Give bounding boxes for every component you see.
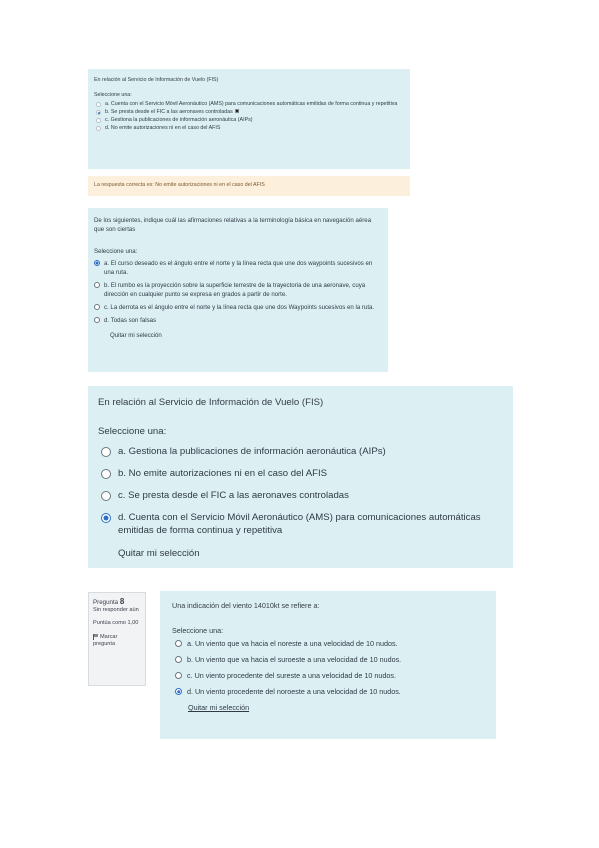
- radio-button[interactable]: [101, 447, 111, 457]
- radio-button-selected[interactable]: [175, 688, 182, 695]
- question-label: Pregunta: [93, 599, 119, 606]
- question-2-prompt: De los siguientes, indique cuál las afir…: [94, 217, 372, 233]
- radio-button[interactable]: [94, 282, 100, 288]
- question-3-option-b[interactable]: b. No emite autorizaciones ni en el caso…: [98, 467, 503, 480]
- question-1-card: En relación al Servicio de Información d…: [88, 69, 410, 169]
- option-label[interactable]: d. Cuenta con el Servicio Móvil Aeronáut…: [118, 511, 503, 537]
- question-4-option-a[interactable]: a. Un viento que va hacia el noreste a u…: [172, 639, 484, 649]
- question-4-card: Una indicación del viento 14010kt se ref…: [160, 591, 496, 739]
- option-label[interactable]: a. Un viento que va hacia el noreste a u…: [187, 639, 398, 649]
- question-number: Pregunta 8: [93, 598, 141, 607]
- option-label: c. Gestiona la publicaciones de informac…: [105, 117, 253, 123]
- radio-button: [96, 118, 101, 123]
- question-1-option-b: b. Se presta desde el FIC a las aeronave…: [94, 109, 404, 116]
- question-info-panel: Pregunta 8 Sin responder aún Puntúa como…: [88, 592, 146, 686]
- question-status: Sin responder aún: [93, 606, 139, 613]
- question-3-option-d[interactable]: d. Cuenta con el Servicio Móvil Aeronáut…: [98, 511, 503, 537]
- question-1-option-a: a. Cuenta con el Servicio Móvil Aeronáut…: [94, 101, 404, 108]
- question-4-option-b[interactable]: b. Un viento que va hacia el suroeste a …: [172, 655, 484, 665]
- clear-selection-link[interactable]: Quitar mi selección: [118, 547, 503, 560]
- question-3-card: En relación al Servicio de Información d…: [88, 386, 513, 568]
- question-1-select-label: Seleccione una:: [94, 92, 132, 98]
- option-label: b. Se presta desde el FIC a las aeronave…: [105, 109, 233, 115]
- clear-selection-link[interactable]: Quitar mi selección: [188, 703, 484, 713]
- question-3-select-label: Seleccione una:: [98, 426, 167, 437]
- question-1-feedback: La respuesta correcta es: No emite autor…: [88, 176, 410, 196]
- option-label: a. Cuenta con el Servicio Móvil Aeronáut…: [105, 101, 398, 107]
- radio-button[interactable]: [175, 640, 182, 647]
- radio-button[interactable]: [94, 304, 100, 310]
- question-4-option-c[interactable]: c. Un viento procedente del sureste a un…: [172, 671, 484, 681]
- question-3-option-c[interactable]: c. Se presta desde el FIC a las aeronave…: [98, 489, 503, 502]
- question-4-option-d[interactable]: d. Un viento procedente del noroeste a u…: [172, 687, 484, 697]
- question-1-prompt: En relación al Servicio de Información d…: [94, 77, 219, 83]
- radio-button[interactable]: [101, 469, 111, 479]
- option-label[interactable]: b. El rumbo es la proyección sobre la su…: [104, 281, 382, 299]
- radio-button[interactable]: [94, 317, 100, 323]
- radio-button-selected[interactable]: [94, 260, 100, 266]
- option-label[interactable]: c. La derrota es el ángulo entre el nort…: [104, 303, 374, 312]
- radio-button[interactable]: [175, 656, 182, 663]
- incorrect-icon: ✖: [234, 109, 240, 115]
- question-2-card: De los siguientes, indique cuál las afir…: [88, 208, 388, 372]
- question-2-select-label: Seleccione una:: [94, 248, 138, 255]
- question-3-prompt: En relación al Servicio de Información d…: [98, 397, 324, 408]
- radio-button-selected[interactable]: [101, 513, 111, 523]
- option-label[interactable]: b. No emite autorizaciones ni en el caso…: [118, 467, 327, 480]
- question-number-value: 8: [119, 597, 125, 606]
- radio-button-selected: [96, 110, 101, 115]
- option-label[interactable]: c. Se presta desde el FIC a las aeronave…: [118, 489, 349, 502]
- radio-button[interactable]: [175, 672, 182, 679]
- question-4-prompt: Una indicación del viento 14010kt se ref…: [172, 601, 320, 610]
- option-label[interactable]: c. Un viento procedente del sureste a un…: [187, 671, 396, 681]
- question-4-select-label: Seleccione una:: [172, 626, 224, 635]
- question-2-option-d[interactable]: d. Todas son falsas: [94, 316, 382, 325]
- question-2-option-b[interactable]: b. El rumbo es la proyección sobre la su…: [94, 281, 382, 299]
- question-1-option-c: c. Gestiona la publicaciones de informac…: [94, 117, 404, 124]
- option-label[interactable]: d. Un viento procedente del noroeste a u…: [187, 687, 401, 697]
- option-label: d. No emite autorizaciones ni en el caso…: [105, 125, 221, 131]
- option-label[interactable]: d. Todas son falsas: [104, 316, 156, 325]
- question-points: Puntúa como 1,00: [93, 620, 139, 626]
- flag-question-link[interactable]: Marcar pregunta: [93, 634, 141, 649]
- question-3-option-a[interactable]: a. Gestiona la publicaciones de informac…: [98, 445, 503, 458]
- radio-button[interactable]: [101, 491, 111, 501]
- question-2-option-a[interactable]: a. El curso deseado es el ángulo entre e…: [94, 259, 382, 277]
- clear-selection-link[interactable]: Quitar mi selección: [110, 331, 382, 340]
- option-label[interactable]: a. El curso deseado es el ángulo entre e…: [104, 259, 382, 277]
- radio-button: [96, 126, 101, 131]
- question-2-option-c[interactable]: c. La derrota es el ángulo entre el nort…: [94, 303, 382, 312]
- option-label[interactable]: a. Gestiona la publicaciones de informac…: [118, 445, 386, 458]
- flag-icon[interactable]: [93, 633, 98, 640]
- option-label[interactable]: b. Un viento que va hacia el suroeste a …: [187, 655, 401, 665]
- radio-button: [96, 102, 101, 107]
- question-1-option-d: d. No emite autorizaciones ni en el caso…: [94, 125, 404, 132]
